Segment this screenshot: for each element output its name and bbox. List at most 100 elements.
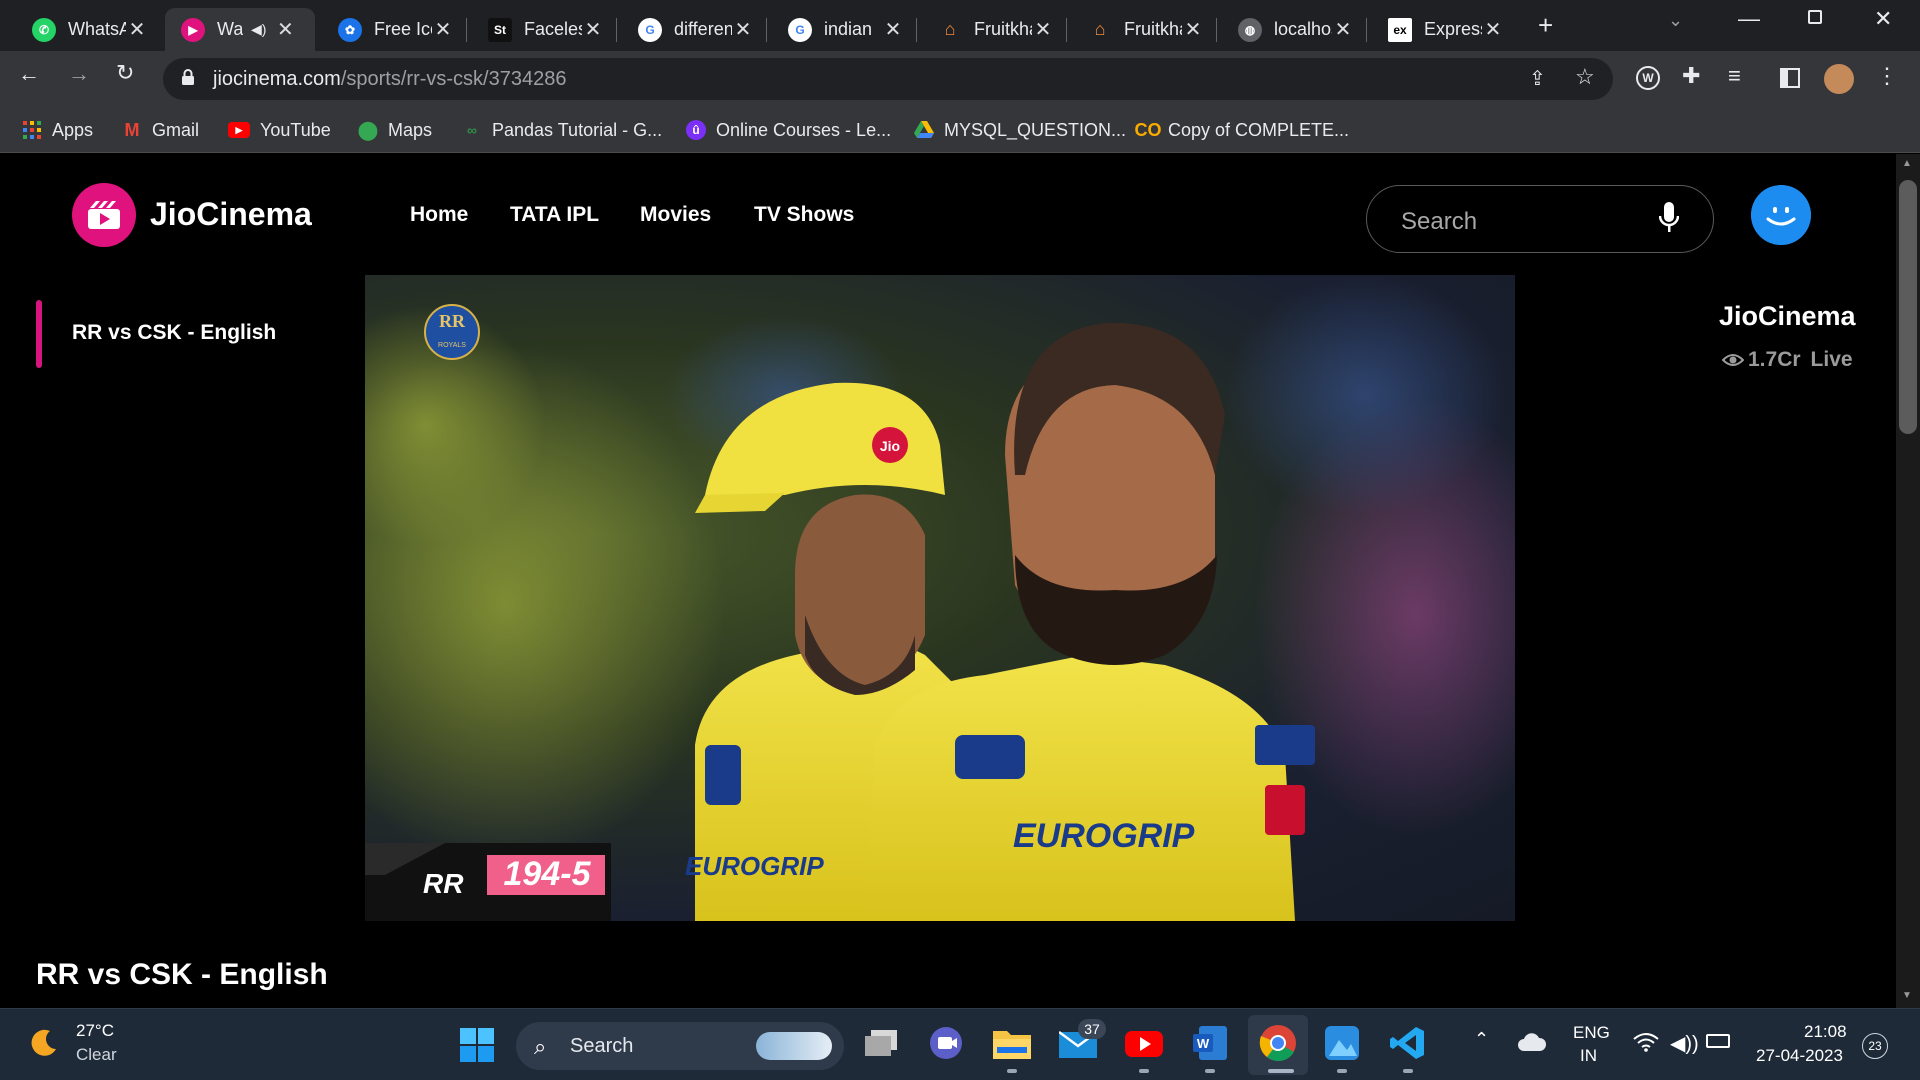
bookmark-gmail[interactable]: M Gmail (122, 119, 200, 141)
url-host: jiocinema.com (213, 68, 341, 90)
file-explorer-icon[interactable] (992, 1023, 1032, 1063)
tab-faceless[interactable]: St Faceless ✕ (472, 8, 612, 51)
media-queue-icon[interactable]: ≡ (1728, 63, 1741, 89)
close-icon[interactable]: ✕ (126, 17, 148, 42)
close-icon[interactable]: ✕ (582, 17, 604, 42)
microphone-icon[interactable] (1658, 202, 1680, 239)
window-close-icon[interactable]: ✕ (1874, 6, 1892, 32)
weather-temp[interactable]: 27°C (76, 1021, 114, 1041)
nav-movies[interactable]: Movies (640, 203, 711, 227)
side-panel-icon[interactable] (1780, 68, 1800, 88)
tab-fruitkha-2[interactable]: ⌂ Fruitkha ✕ (1072, 8, 1212, 51)
user-avatar[interactable] (1751, 185, 1811, 245)
onedrive-cloud-icon[interactable] (1518, 1033, 1547, 1056)
restore-icon[interactable] (1808, 10, 1822, 24)
tab-google-different[interactable]: G different ✕ (622, 8, 762, 51)
word-icon[interactable]: W (1190, 1023, 1230, 1063)
bookmark-star-icon[interactable]: ☆ (1575, 64, 1595, 90)
nav-tv-shows[interactable]: TV Shows (754, 203, 854, 227)
tab-fruitkha-1[interactable]: ⌂ Fruitkha ✕ (922, 8, 1062, 51)
close-icon[interactable]: ✕ (274, 17, 296, 42)
video-player[interactable]: Jio EUROGRIP EUROGRIP RR ROYALS RR 194-5 (365, 275, 1515, 921)
site-logo-text[interactable]: JioCinema (150, 196, 312, 233)
sidebar-item-rr-vs-csk[interactable]: RR vs CSK - English (72, 321, 276, 345)
scroll-up-arrow-icon[interactable]: ▲ (1902, 158, 1912, 169)
running-indicator (1403, 1069, 1413, 1073)
bookmark-pandas[interactable]: ∞ Pandas Tutorial - G... (462, 119, 662, 141)
tab-whatsapp[interactable]: ✆ WhatsApp ✕ (16, 8, 156, 51)
bookmark-label: Pandas Tutorial - G... (492, 119, 663, 140)
region-code[interactable]: IN (1580, 1046, 1597, 1066)
bookmark-copy-complete[interactable]: CO Copy of COMPLETE... (1135, 119, 1350, 141)
score-value: 194-5 (503, 855, 591, 893)
close-icon[interactable]: ✕ (732, 17, 754, 42)
menu-kebab-icon[interactable]: ⋮ (1876, 63, 1898, 89)
express-icon: ex (1388, 17, 1412, 42)
back-arrow-icon[interactable]: ← (18, 61, 40, 87)
chrome-icon[interactable] (1258, 1023, 1298, 1063)
bookmark-online-courses[interactable]: û Online Courses - Le... (686, 119, 891, 141)
share-icon[interactable]: ⇪ (1529, 66, 1546, 91)
close-icon[interactable]: ✕ (882, 17, 904, 42)
taskbar-search[interactable]: ⌕ Search (516, 1022, 844, 1070)
tab-jiocinema[interactable]: ▶ Watch RR vs CSK ◀) ✕ (165, 8, 315, 51)
close-icon[interactable]: ✕ (1482, 17, 1504, 42)
tab-google-indian[interactable]: G indian ✕ (772, 8, 912, 51)
search-input[interactable]: Search (1366, 185, 1714, 253)
tray-chevron-up-icon[interactable]: ⌃ (1474, 1029, 1489, 1050)
page-title: RR vs CSK - English (36, 958, 328, 991)
tab-express[interactable]: ex Express ✕ (1372, 8, 1512, 51)
view-count-row: 1.7Cr Live (1722, 348, 1853, 372)
tab-localhost[interactable]: ◍ localhost ✕ (1222, 8, 1362, 51)
url-path: /sports/rr-vs-csk/3734286 (340, 68, 567, 90)
moon-weather-icon[interactable] (28, 1027, 60, 1064)
address-bar[interactable]: jiocinema.com/sports/rr-vs-csk/3734286 ⇪… (163, 58, 1613, 100)
close-icon[interactable]: ✕ (432, 17, 454, 42)
reload-icon[interactable]: ↻ (116, 60, 134, 86)
weather-condition[interactable]: Clear (76, 1045, 117, 1065)
vscode-icon[interactable] (1388, 1023, 1428, 1063)
jiocinema-logo-icon[interactable] (72, 183, 136, 247)
taskbar-search-label: Search (570, 1035, 634, 1057)
bookmark-apps[interactable]: Apps (22, 119, 93, 141)
profile-avatar-icon[interactable] (1824, 64, 1854, 94)
teams-chat-icon[interactable] (926, 1023, 966, 1063)
tab-search-chevron-icon[interactable]: ⌄ (1668, 10, 1683, 31)
bookmark-maps[interactable]: ⬤ Maps (358, 119, 432, 141)
clock-time[interactable]: 21:08 (1804, 1022, 1847, 1042)
scroll-down-arrow-icon[interactable]: ▼ (1902, 990, 1912, 1001)
close-icon[interactable]: ✕ (1182, 17, 1204, 42)
task-view-icon[interactable] (862, 1023, 902, 1063)
running-indicator (1007, 1069, 1017, 1073)
extensions-puzzle-icon[interactable]: ✚ (1682, 63, 1700, 89)
clock-date[interactable]: 27-04-2023 (1756, 1046, 1843, 1066)
nav-tata-ipl[interactable]: TATA IPL (510, 203, 599, 227)
bookmark-youtube[interactable]: ▶ YouTube (228, 119, 331, 141)
tab-separator (1066, 18, 1067, 42)
bookmark-mysql[interactable]: MYSQL_QUESTION... (914, 119, 1126, 141)
tab-free-icons[interactable]: ✿ Free Icons ✕ (322, 8, 462, 51)
whatsapp-icon: ✆ (32, 17, 56, 42)
language-code[interactable]: ENG (1573, 1023, 1610, 1043)
minimize-icon[interactable]: — (1738, 6, 1760, 32)
nav-home[interactable]: Home (410, 203, 468, 227)
wifi-icon[interactable] (1633, 1032, 1659, 1057)
tab-separator (1216, 18, 1217, 42)
lock-icon[interactable] (181, 68, 195, 86)
google-icon: G (788, 17, 812, 42)
maps-pin-icon: ⬤ (357, 119, 379, 140)
scrollbar-thumb[interactable] (1899, 180, 1917, 434)
forward-arrow-icon[interactable]: → (68, 61, 90, 87)
youtube-app-icon[interactable] (1124, 1023, 1164, 1063)
close-icon[interactable]: ✕ (1332, 17, 1354, 42)
close-icon[interactable]: ✕ (1032, 17, 1054, 42)
speaker-icon[interactable]: ◀) (251, 21, 266, 38)
new-tab-icon[interactable]: + (1538, 10, 1553, 41)
volume-icon[interactable]: ◀)) (1670, 1031, 1699, 1056)
photos-icon[interactable] (1322, 1023, 1362, 1063)
w-extension-icon[interactable]: W (1636, 66, 1660, 90)
notification-count-badge[interactable]: 23 (1862, 1033, 1888, 1059)
tab-separator (916, 18, 917, 42)
windows-start-icon[interactable] (460, 1028, 494, 1067)
battery-icon[interactable] (1706, 1034, 1730, 1048)
